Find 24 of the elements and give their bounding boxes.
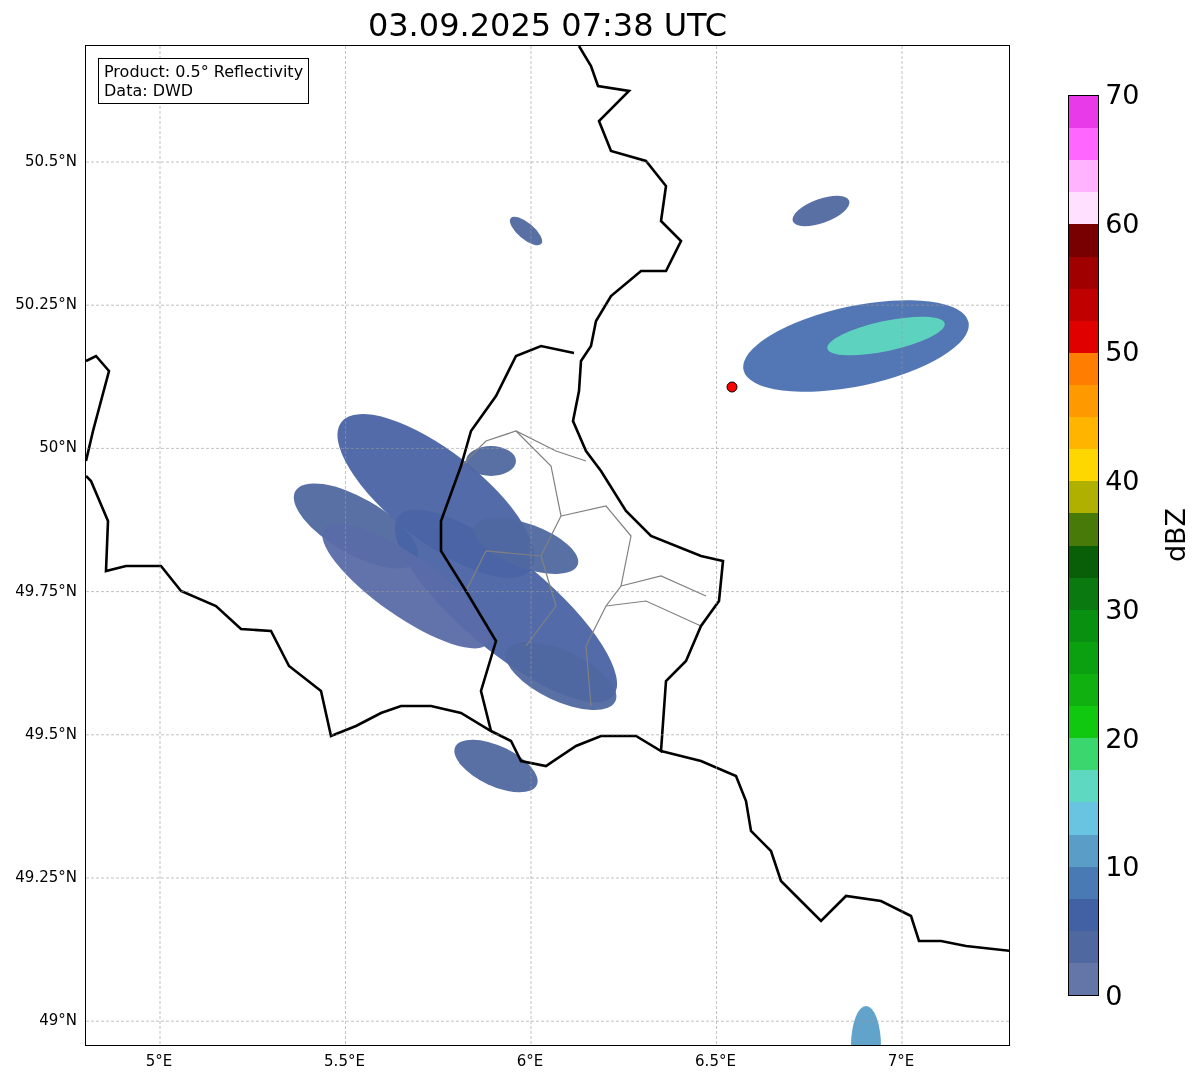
longitude-label: 7°E [887,1052,915,1070]
colorbar-label: dBZ [1159,507,1190,563]
colorbar-tick-label: 40 [1105,466,1140,497]
info-text: Product: 0.5° Reflectivity [104,62,304,81]
longitude-label: 6°E [516,1052,544,1070]
latitude-label: 49.75°N [15,581,77,600]
colorbar-tick-label: 50 [1105,337,1140,368]
colorbar-tick-label: 20 [1105,723,1140,754]
longitude-label: 6.5°E [695,1052,736,1070]
longitude-label: 5°E [145,1052,173,1070]
colorbar-tick-label: 30 [1105,594,1140,625]
colorbar-tick-label: 10 [1105,852,1140,883]
latitude-label: 49.5°N [24,724,77,743]
colorbar-tick-label: 70 [1105,80,1140,110]
latitude-label: 49.25°N [15,868,77,886]
colorbar-tick-label: 0 [1105,981,1123,1011]
longitude-label: 5.5°E [324,1052,365,1070]
chart-title: 03.09.2025 07:38 UTC [367,5,728,45]
info-text: Data: DWD [104,81,195,100]
latitude-label: 49°N [39,1011,77,1030]
colorbar-tick-label: 60 [1105,208,1140,239]
latitude-label: 50°N [39,438,77,457]
latitude-label: 50.25°N [15,295,77,314]
latitude-label: 50.5°N [24,152,77,170]
